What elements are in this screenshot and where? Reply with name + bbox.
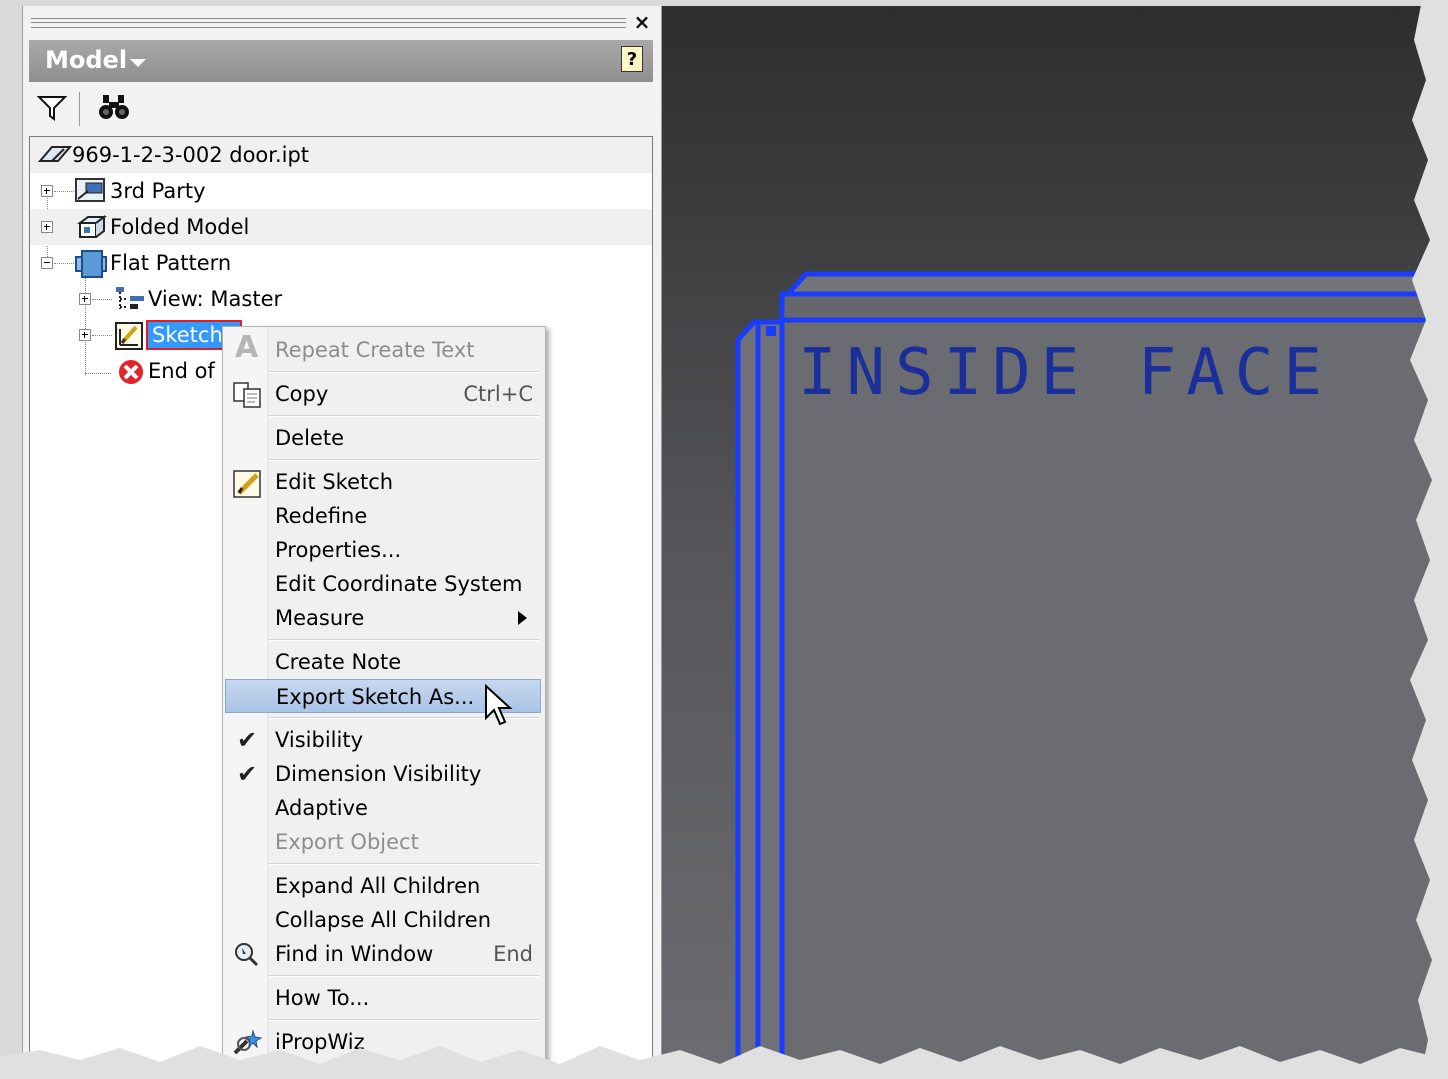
torn-edge-decoration [0,0,1448,1079]
screenshot-frame: × Model ? 969-1-2-3-002 door.ipt 3rd Par… [0,0,1448,1079]
